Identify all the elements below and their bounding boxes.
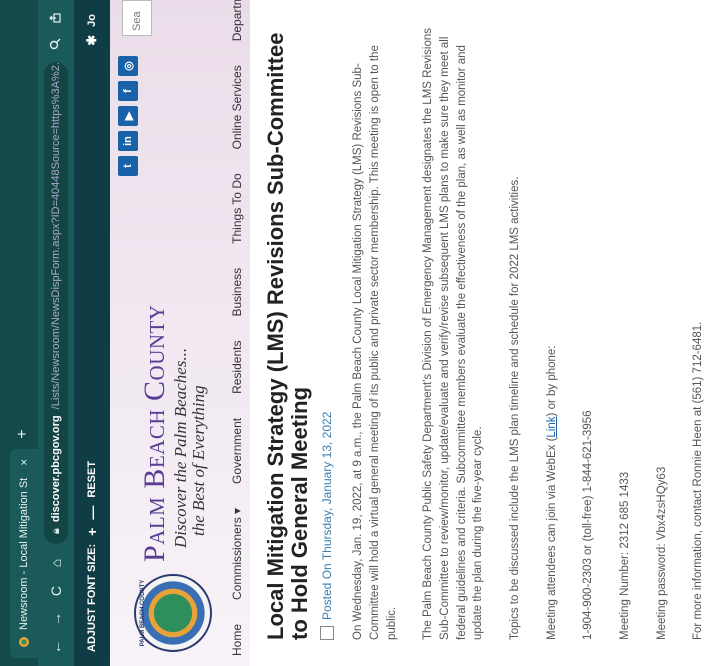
nav-government[interactable]: Government xyxy=(230,418,244,484)
paragraph-4: Meeting attendees can join via WebEx (Li… xyxy=(544,24,561,640)
linkedin-icon[interactable]: in xyxy=(118,131,138,151)
paragraph-1: On Wednesday, Jan. 19, 2022, at 9 a.m., … xyxy=(352,45,398,640)
forward-arrow-icon[interactable]: → xyxy=(48,610,64,628)
tab-close-icon[interactable]: × xyxy=(17,459,31,466)
facebook-icon[interactable]: f xyxy=(118,81,138,101)
home-icon[interactable]: ⌂ xyxy=(48,554,64,572)
tab-title: Newsroom - Local Mitigation St xyxy=(18,477,30,630)
paragraph-2: The Palm Beach County Public Safety Depa… xyxy=(422,28,485,640)
article: Local Mitigation Strategy (LMS) Revision… xyxy=(250,0,707,666)
decrease-font-button[interactable]: — xyxy=(84,506,100,520)
nav-online-services[interactable]: Online Services xyxy=(230,65,244,149)
reload-icon[interactable]: C xyxy=(48,582,64,600)
url-path: /Lists/Newsroom/NewsDispForm.aspx?ID=404… xyxy=(50,62,62,410)
gear-icon[interactable]: ✱ xyxy=(84,35,100,46)
browser-tab[interactable]: Newsroom - Local Mitigation St × xyxy=(10,448,38,658)
url-field[interactable]: 🔒︎ discover.pbcgov.org/Lists/Newsroom/Ne… xyxy=(44,62,68,544)
search-icon[interactable] xyxy=(49,36,64,52)
calendar-icon xyxy=(320,626,335,640)
article-title: Local Mitigation Strategy (LMS) Revision… xyxy=(263,32,313,640)
posted-text: Posted On Thursday, January 13, 2022 xyxy=(320,411,335,620)
user-link[interactable]: Jo xyxy=(86,14,98,27)
twitter-icon[interactable]: t xyxy=(118,156,138,176)
reset-font-button[interactable]: RESET xyxy=(86,461,98,498)
back-arrow-icon[interactable]: ← xyxy=(48,638,64,656)
lock-icon: 🔒︎ xyxy=(49,528,62,534)
brand-tagline-2: the Best of Everything xyxy=(188,385,208,536)
nav-commissioners[interactable]: Commissioners ▾ xyxy=(230,508,244,600)
county-seal-logo[interactable]: PALM BEACH COUNTY xyxy=(134,574,212,652)
new-tab-button[interactable]: + xyxy=(14,429,32,438)
instagram-icon[interactable]: ◎ xyxy=(118,56,138,76)
posted-date: Posted On Thursday, January 13, 2022 xyxy=(320,24,335,640)
paragraph-phone: 1-904-900-2303 or (toll-free) 1-844-621-… xyxy=(582,410,595,640)
site-search-input[interactable]: Sea xyxy=(122,0,152,36)
brand-block[interactable]: Palm Beach County Discover the Palm Beac… xyxy=(138,304,208,562)
url-host: discover.pbcgov.org xyxy=(50,415,62,523)
accessibility-bar: ADJUST FONT SIZE: + — RESET ✱ Jo xyxy=(74,0,110,666)
share-icon[interactable] xyxy=(48,10,64,26)
paragraph-meeting-password: Meeting password: Vbx4zsHQy63 xyxy=(655,466,668,640)
youtube-icon[interactable]: ▶ xyxy=(118,106,138,126)
webex-text-after: ) or by phone: xyxy=(545,345,558,417)
site-header: PALM BEACH COUNTY Palm Beach County Disc… xyxy=(110,0,250,666)
tab-bar: Newsroom - Local Mitigation St × + xyxy=(0,0,38,666)
nav-things-to-do[interactable]: Things To Do xyxy=(230,173,244,243)
nav-home[interactable]: Home xyxy=(230,624,244,656)
increase-font-button[interactable]: + xyxy=(84,528,100,536)
webex-link[interactable]: Link xyxy=(546,416,558,437)
paragraph-3: Topics to be discussed include the LMS p… xyxy=(509,176,522,640)
paragraph-meeting-number: Meeting Number: 2312 685 1433 xyxy=(619,471,632,640)
brand-tagline-1: Discover the Palm Beaches... xyxy=(171,347,190,548)
social-links: t in ▶ f ◎ xyxy=(118,56,138,176)
webex-text-before: Meeting attendees can join via WebEx ( xyxy=(545,437,558,640)
brand-name: Palm Beach County xyxy=(138,304,171,562)
nav-business[interactable]: Business xyxy=(230,268,244,317)
site-favicon-icon xyxy=(19,637,29,647)
browser-window: Newsroom - Local Mitigation St × + ← → C… xyxy=(0,0,722,666)
screenshot-stage: Newsroom - Local Mitigation St × + ← → C… xyxy=(0,0,722,666)
nav-departments[interactable]: Departments xyxy=(230,0,244,41)
address-bar-row: ← → C ⌂ 🔒︎ discover.pbcgov.org/Lists/New… xyxy=(38,0,74,666)
font-size-label: ADJUST FONT SIZE: xyxy=(86,543,98,652)
seal-text: PALM BEACH COUNTY xyxy=(140,579,146,647)
main-nav: Home Commissioners ▾ Government Resident… xyxy=(230,0,244,656)
paragraph-contact: For more information, contact Ronnie Hee… xyxy=(692,321,705,640)
nav-residents[interactable]: Residents xyxy=(230,341,244,394)
